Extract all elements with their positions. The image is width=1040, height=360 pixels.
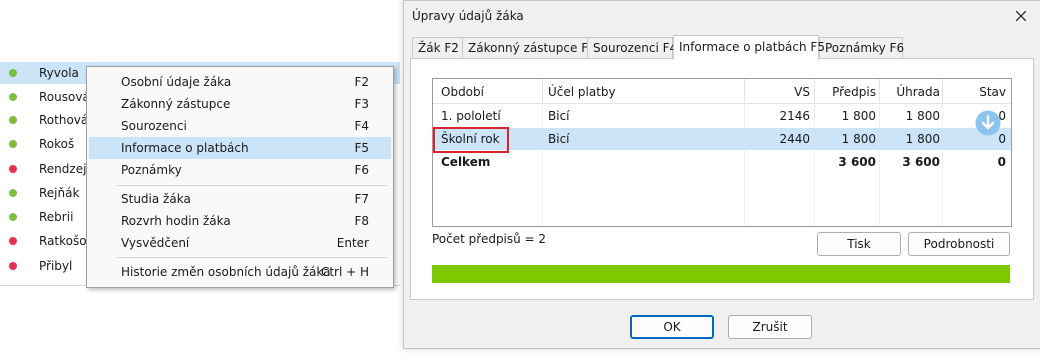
table-header: Období Účel platby VS Předpis Úhrada Sta… — [433, 79, 1011, 104]
tab-label: Poznámky F6 — [825, 41, 905, 55]
table-row-selected[interactable]: Školní rok Bicí 2440 1 800 1 800 0 — [433, 128, 1011, 150]
arrow-down-circle-icon[interactable] — [975, 110, 1001, 136]
tab-guardian[interactable]: Zákonný zástupce F3 — [462, 37, 596, 59]
total-payment: 3 600 — [902, 155, 940, 169]
tab-label: Žák F2 — [418, 41, 459, 55]
tab-label: Sourozenci F4 — [593, 41, 678, 55]
menu-item-shortcut: F3 — [354, 97, 369, 111]
column-header[interactable]: Předpis — [832, 85, 876, 99]
status-dot-icon — [9, 165, 17, 173]
menu-item-label: Rozvrh hodin žáka — [121, 214, 231, 228]
menu-item-siblings[interactable]: Sourozenci F4 — [89, 115, 391, 137]
cell-vs: 2440 — [779, 132, 810, 146]
menu-item-shortcut: F5 — [354, 141, 369, 155]
student-name: Rendzej — [39, 162, 87, 176]
menu-separator — [117, 257, 387, 258]
column-header[interactable]: Stav — [979, 85, 1006, 99]
menu-item-label: Vysvědčení — [121, 236, 190, 250]
tab-label: Informace o platbách F5 — [679, 40, 825, 54]
column-header[interactable]: Účel platby — [548, 85, 616, 99]
menu-item-shortcut: F7 — [354, 192, 369, 206]
dialog-title: Úpravy údajů žáka — [412, 9, 524, 23]
record-count: Počet předpisů = 2 — [432, 232, 547, 246]
menu-item-label: Studia žáka — [121, 192, 191, 206]
menu-item-shortcut: F6 — [354, 163, 369, 177]
student-name: Rokoš — [39, 137, 75, 151]
student-name: Rothová — [39, 113, 89, 127]
cancel-button[interactable]: Zrušit — [728, 315, 812, 339]
column-header[interactable]: Úhrada — [896, 85, 940, 99]
status-dot-icon — [9, 140, 17, 148]
total-charge: 3 600 — [838, 155, 876, 169]
print-button[interactable]: Tisk — [817, 232, 901, 256]
menu-item-personal-data[interactable]: Osobní údaje žáka F2 — [89, 71, 391, 93]
student-name: Rousová — [39, 90, 90, 104]
menu-item-payments[interactable]: Informace o platbách F5 — [89, 137, 391, 159]
tab-siblings[interactable]: Sourozenci F4 — [587, 37, 677, 59]
menu-item-label: Informace o platbách — [121, 141, 249, 155]
status-dot-icon — [9, 237, 17, 245]
progress-fill — [432, 265, 1010, 283]
status-dot-icon — [9, 116, 17, 124]
menu-item-history[interactable]: Historie změn osobních údajů žáka Ctrl +… — [89, 261, 391, 283]
menu-item-guardian[interactable]: Zákonný zástupce F3 — [89, 93, 391, 115]
status-dot-icon — [9, 69, 17, 77]
menu-separator — [117, 185, 387, 186]
ok-button[interactable]: OK — [630, 315, 714, 339]
menu-item-shortcut: Enter — [336, 236, 369, 250]
student-name: Ryvola — [39, 66, 79, 80]
tab-student[interactable]: Žák F2 — [412, 37, 463, 59]
status-dot-icon — [9, 213, 17, 221]
progress-bar — [432, 265, 1010, 283]
student-name: Rejňák — [39, 186, 80, 200]
cell-purpose: Bicí — [548, 109, 570, 123]
cell-payment: 1 800 — [905, 132, 940, 146]
column-header[interactable]: VS — [794, 85, 810, 99]
close-button[interactable] — [1008, 5, 1034, 27]
menu-item-studies[interactable]: Studia žáka F7 — [89, 188, 391, 210]
menu-item-report-card[interactable]: Vysvědčení Enter — [89, 232, 391, 254]
menu-item-label: Sourozenci — [121, 119, 187, 133]
cell-charge: 1 800 — [841, 109, 876, 123]
student-name: Rebrii — [39, 210, 74, 224]
tab-payments[interactable]: Informace o platbách F5 — [673, 35, 825, 60]
status-dot-icon — [9, 262, 17, 270]
cell-period: 1. pololetí — [441, 109, 501, 123]
cell-purpose: Bicí — [548, 132, 570, 146]
payments-table: Období Účel platby VS Předpis Úhrada Sta… — [432, 78, 1012, 227]
tab-label: Zákonný zástupce F3 — [468, 41, 596, 55]
table-total-row: Celkem 3 600 3 600 0 — [433, 151, 1011, 173]
table-row[interactable]: 1. pololetí Bicí 2146 1 800 1 800 0 — [433, 105, 1011, 127]
student-name: Přibyl — [39, 259, 73, 273]
menu-item-label: Zákonný zástupce — [121, 97, 231, 111]
tab-notes[interactable]: Poznámky F6 — [819, 37, 905, 59]
annotation-highlight-box — [433, 127, 509, 153]
column-header[interactable]: Období — [441, 85, 484, 99]
student-edit-dialog: Úpravy údajů žáka Žák F2 Zákonný zástupc… — [403, 0, 1040, 349]
menu-item-label: Historie změn osobních údajů žáka — [121, 265, 331, 279]
menu-item-shortcut: F8 — [354, 214, 369, 228]
cell-payment: 1 800 — [905, 109, 940, 123]
status-dot-icon — [9, 93, 17, 101]
menu-item-shortcut: F4 — [354, 119, 369, 133]
menu-item-shortcut: F2 — [354, 75, 369, 89]
menu-item-shortcut: Ctrl + H — [320, 265, 369, 279]
details-button[interactable]: Podrobnosti — [908, 232, 1010, 256]
menu-item-label: Poznámky — [121, 163, 182, 177]
context-menu: Osobní údaje žáka F2 Zákonný zástupce F3… — [86, 66, 394, 288]
menu-item-label: Osobní údaje žáka — [121, 75, 232, 89]
menu-item-notes[interactable]: Poznámky F6 — [89, 159, 391, 181]
total-balance: 0 — [997, 155, 1006, 169]
close-icon — [1016, 11, 1026, 21]
cell-charge: 1 800 — [841, 132, 876, 146]
status-dot-icon — [9, 189, 17, 197]
menu-item-timetable[interactable]: Rozvrh hodin žáka F8 — [89, 210, 391, 232]
total-label: Celkem — [441, 155, 491, 169]
cell-vs: 2146 — [779, 109, 810, 123]
